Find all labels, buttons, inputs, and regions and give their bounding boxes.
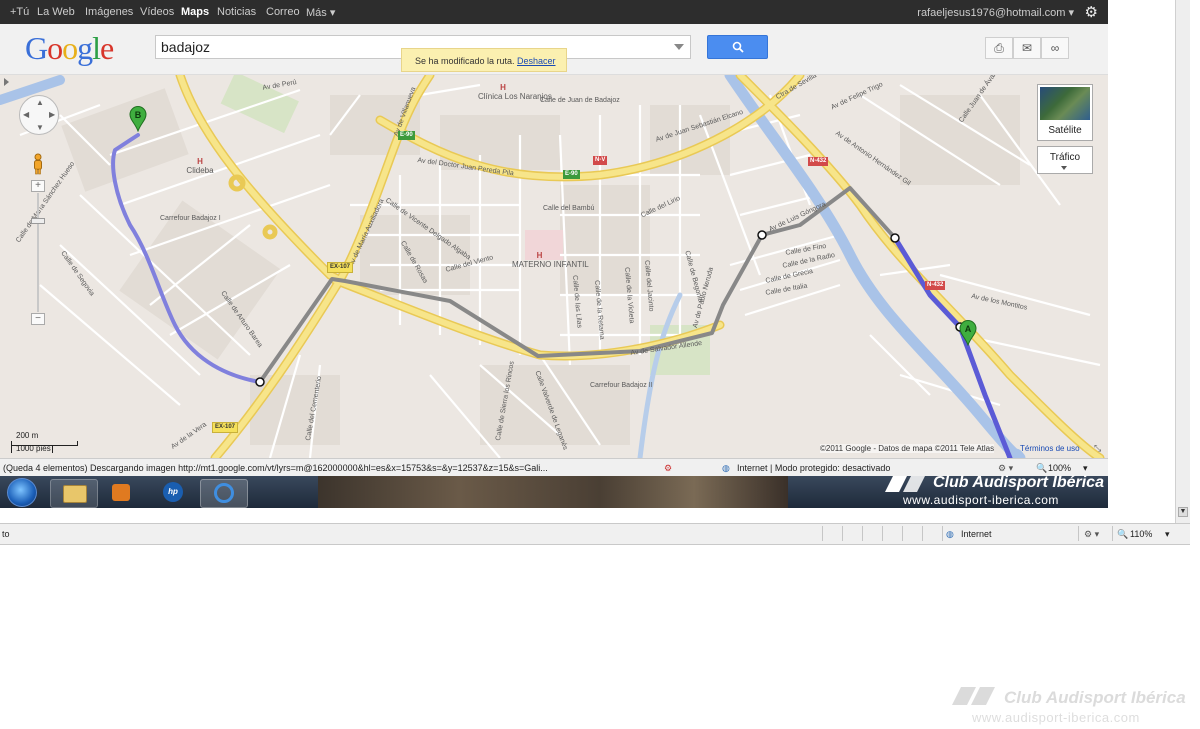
road-shield: EX-107: [327, 262, 354, 273]
gbar-videos[interactable]: Vídeos: [140, 6, 174, 18]
zoom-level[interactable]: 100%: [1048, 463, 1071, 473]
zoom-slider-track[interactable]: [37, 193, 39, 312]
satellite-thumbnail: [1040, 87, 1090, 120]
watermark-url: www.audisport-iberica.com: [903, 493, 1059, 507]
marker-a-icon[interactable]: A: [959, 320, 977, 346]
terms-link[interactable]: Términos de uso: [1020, 444, 1080, 453]
gbar-images[interactable]: Imágenes: [85, 6, 133, 18]
windows-start-icon[interactable]: [7, 478, 37, 507]
traffic-button[interactable]: Tráfico: [1037, 146, 1093, 174]
marker-b-icon[interactable]: B: [129, 106, 147, 132]
account-menu[interactable]: rafaeljesus1976@hotmail.com ▾: [917, 6, 1074, 19]
road-shield: N-432: [808, 157, 829, 166]
chevron-down-icon: [1061, 166, 1067, 170]
road-shield: EX-107: [212, 422, 239, 433]
zone-status: Internet | Modo protegido: desactivado: [737, 463, 891, 473]
scale-metric: 200 m: [16, 431, 39, 440]
undo-link[interactable]: Deshacer: [517, 56, 556, 66]
pan-up-icon[interactable]: ▲: [36, 98, 44, 107]
popup-blocked-icon[interactable]: ⚙: [664, 463, 672, 474]
folder-icon: [63, 485, 87, 503]
media-player-icon: [112, 484, 130, 501]
watermark-faded: Club Audisport Ibérica www.audisport-ibe…: [950, 684, 1200, 729]
outer-status-text: to: [2, 529, 10, 539]
notice-message: Se ha modificado la ruta.: [415, 56, 515, 66]
outer-zoom-level[interactable]: 110%: [1130, 529, 1152, 539]
scale-imperial: 1000 pies: [16, 444, 51, 453]
gbar-news[interactable]: Noticias: [217, 6, 256, 18]
search-button[interactable]: [707, 35, 768, 59]
place-label: Carrefour Badajoz I: [160, 215, 221, 222]
link-icon: ∞: [1050, 41, 1060, 55]
place-label: H Clínica Los Naranjos: [478, 83, 552, 101]
taskbar-explorer-button[interactable]: [50, 479, 98, 508]
map-copyright: ©2011 Google - Datos de mapa ©2011 Tele …: [820, 444, 995, 453]
google-bar: +Tú La Web Imágenes Vídeos Maps Noticias…: [0, 0, 1108, 24]
link-button[interactable]: ∞: [1041, 37, 1069, 59]
taskbar-ie-button[interactable]: [200, 479, 248, 508]
print-icon: ⎙: [994, 41, 1004, 55]
taskbar-media-button[interactable]: [98, 479, 144, 506]
gbar-mail[interactable]: Correo: [266, 6, 300, 18]
print-button[interactable]: ⎙: [985, 37, 1013, 59]
loading-status: (Queda 4 elementos) Descargando imagen h…: [3, 463, 548, 473]
watermark-url: www.audisport-iberica.com: [972, 710, 1140, 725]
traffic-label: Tráfico: [1049, 152, 1081, 163]
audisport-logo-icon: [952, 687, 995, 705]
gbar-maps[interactable]: Maps: [181, 6, 209, 18]
outer-zone: Internet: [961, 529, 992, 539]
zoom-out-button[interactable]: −: [31, 313, 45, 325]
resize-icon[interactable]: ⤡: [1094, 443, 1101, 454]
zoom-slider-thumb[interactable]: [31, 218, 45, 224]
browser-viewport: +Tú La Web Imágenes Vídeos Maps Noticias…: [0, 0, 1108, 508]
satellite-label: Satélite: [1048, 125, 1082, 136]
place-label: H MATERNO INFANTIL: [512, 251, 589, 269]
street-label: Calle del Bambú: [543, 205, 595, 212]
road-shield: E-90: [563, 170, 580, 179]
hp-icon: hp: [163, 482, 183, 502]
street-label: Calle de Juan de Badajoz: [540, 97, 620, 104]
pan-down-icon[interactable]: ▼: [36, 123, 44, 132]
collapse-panel-icon[interactable]: [4, 78, 9, 86]
gbar-more[interactable]: Más ▾: [306, 6, 335, 19]
google-logo[interactable]: Google: [25, 30, 114, 67]
globe-icon: ◍: [722, 463, 730, 473]
svg-text:A: A: [965, 324, 972, 334]
satellite-button[interactable]: Satélite: [1037, 84, 1093, 141]
video-frame-strip: [318, 476, 788, 508]
pan-left-icon[interactable]: ◀: [23, 110, 29, 119]
email-button[interactable]: ✉: [1013, 37, 1041, 59]
envelope-icon: ✉: [1021, 41, 1033, 55]
globe-icon: ◍: [946, 529, 954, 539]
chevron-down-icon[interactable]: [674, 44, 684, 50]
place-label: H Clideba: [186, 157, 214, 175]
zoom-icon[interactable]: 🔍: [1117, 529, 1128, 540]
road-shield: N-432: [925, 281, 946, 290]
audisport-logo-icon: [885, 476, 925, 492]
outer-scrollbar[interactable]: ▼: [1175, 0, 1190, 523]
gbar-web[interactable]: La Web: [37, 6, 75, 18]
pan-right-icon[interactable]: ▶: [49, 110, 55, 119]
pan-control[interactable]: ▲ ◀ ▶ ▼: [19, 95, 59, 135]
watermark: Club Audisport Ibérica www.audisport-ibe…: [885, 473, 1107, 508]
watermark-title: Club Audisport Ibérica: [933, 474, 1104, 491]
search-icon: [732, 41, 744, 53]
zoom-in-button[interactable]: +: [31, 180, 45, 192]
scroll-down-icon[interactable]: ▼: [1178, 507, 1188, 517]
outer-status-bar: to ◍ Internet ⚙ ▾ 🔍 110% ▾: [0, 523, 1190, 545]
place-label: Carrefour Badajoz II: [590, 382, 653, 389]
road-shield: N-V: [593, 156, 608, 165]
gear-icon[interactable]: ⚙: [1085, 3, 1098, 21]
svg-text:B: B: [135, 110, 142, 120]
watermark-title: Club Audisport Ibérica: [1004, 688, 1186, 707]
gbar-plus-you[interactable]: +Tú: [10, 6, 29, 18]
route-changed-notice: Se ha modificado la ruta. Deshacer: [401, 48, 567, 72]
security-icon[interactable]: ⚙ ▾: [1084, 529, 1099, 540]
internet-explorer-icon: [214, 483, 234, 503]
road-shield: E-90: [398, 131, 415, 140]
map-canvas[interactable]: Av de Perú Calle de Juan de Badajoz Av d…: [0, 75, 1108, 458]
taskbar-hp-button[interactable]: hp: [150, 479, 196, 506]
zoom-dropdown-icon[interactable]: ▾: [1165, 529, 1170, 540]
pegman-icon[interactable]: [31, 153, 45, 175]
